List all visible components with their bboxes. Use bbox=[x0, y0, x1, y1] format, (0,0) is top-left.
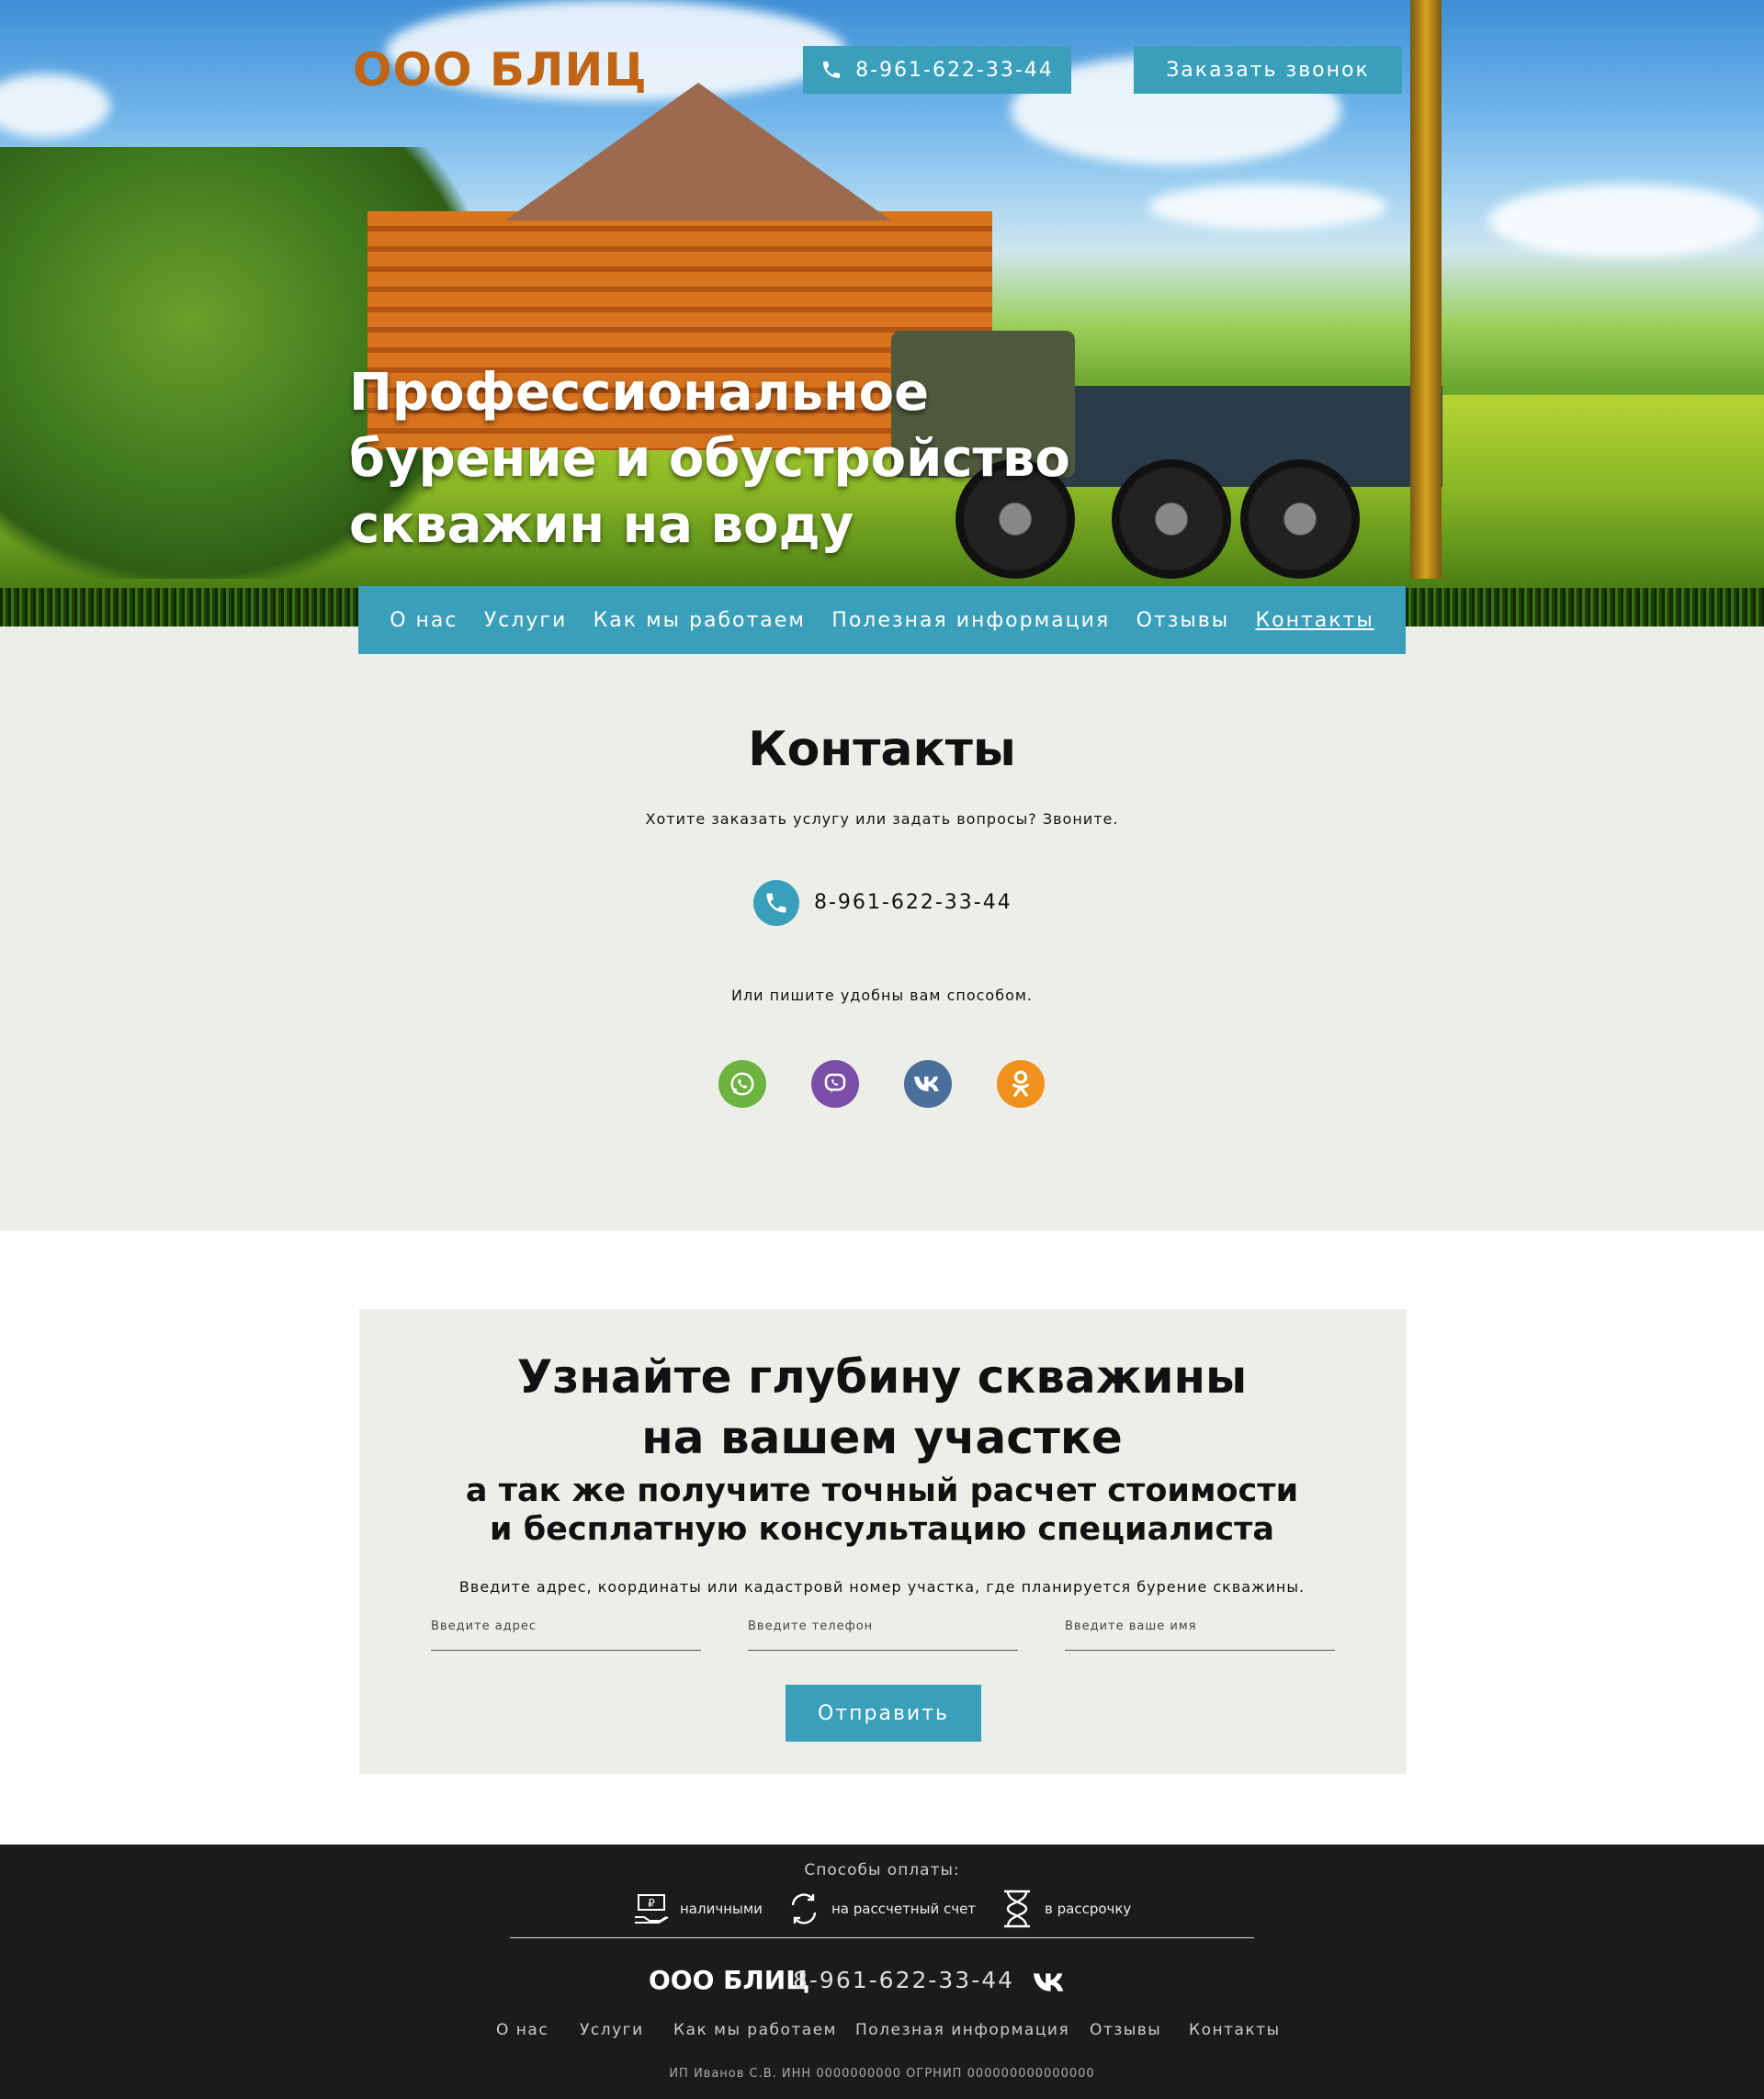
contacts-lead: Хотите заказать услугу или задать вопрос… bbox=[645, 810, 1119, 828]
contacts-section: Контакты Хотите заказать услугу или зада… bbox=[0, 626, 1764, 1231]
viber-icon[interactable] bbox=[811, 1060, 859, 1108]
footer-nav-about[interactable]: О нас bbox=[496, 2021, 548, 2039]
address-input[interactable]: Введите адрес bbox=[431, 1614, 701, 1651]
contacts-write-text: Или пишите удобны вам способом. bbox=[730, 987, 1034, 1004]
payment-method-installments: в рассрочку bbox=[997, 1889, 1131, 1929]
cloud bbox=[0, 73, 110, 138]
main-nav: О нас Услуги Как мы работаем Полезная ин… bbox=[358, 586, 1406, 654]
payment-method-cash: ₽ наличными bbox=[632, 1889, 763, 1929]
hourglass-icon bbox=[997, 1889, 1037, 1929]
contacts-title: Контакты bbox=[748, 722, 1016, 777]
transfer-icon bbox=[784, 1889, 824, 1929]
footer-divider bbox=[510, 1937, 1254, 1938]
footer: Способы оплаты: ₽ наличными на рассчетны… bbox=[0, 1845, 1764, 2099]
depth-form-hint: Введите адрес, координаты или кадастровй… bbox=[458, 1578, 1306, 1596]
hero-title: Профессиональное бурение и обустройство … bbox=[349, 363, 1070, 555]
drill-mast bbox=[1410, 0, 1442, 579]
cloud bbox=[1148, 184, 1387, 230]
vk-icon[interactable] bbox=[904, 1060, 952, 1108]
footer-logo[interactable]: ООО БЛИЦ bbox=[649, 1965, 809, 1995]
submit-button[interactable]: Отправить bbox=[786, 1685, 981, 1742]
footer-nav-services[interactable]: Услуги bbox=[580, 2021, 644, 2039]
footer-nav-reviews[interactable]: Отзывы bbox=[1090, 2021, 1161, 2039]
phone-icon bbox=[823, 62, 841, 78]
logo[interactable]: ООО БЛИЦ bbox=[353, 43, 648, 96]
header-phone-label: 8-961-622-33-44 bbox=[855, 58, 1054, 82]
whatsapp-icon[interactable] bbox=[718, 1060, 766, 1108]
hero-banner: ООО БЛИЦ 8-961-622-33-44 Заказать звонок… bbox=[0, 0, 1764, 626]
odnoklassniki-icon[interactable] bbox=[997, 1060, 1045, 1108]
nav-item-useful-info[interactable]: Полезная информация bbox=[831, 609, 1110, 632]
cash-icon: ₽ bbox=[632, 1889, 673, 1929]
payment-title: Способы оплаты: bbox=[804, 1861, 960, 1879]
footer-nav-useful-info[interactable]: Полезная информация bbox=[855, 2021, 1069, 2039]
depth-form-subtitle: а так же получите точный расчет стоимост… bbox=[465, 1473, 1299, 1548]
footer-vk-icon[interactable] bbox=[1031, 1971, 1069, 1997]
footer-nav-how-we-work[interactable]: Как мы работаем bbox=[673, 2021, 837, 2039]
payment-method-transfer: на рассчетный счет bbox=[784, 1889, 976, 1929]
nav-item-how-we-work[interactable]: Как мы работаем bbox=[594, 609, 806, 632]
phone-input[interactable]: Введите телефон bbox=[748, 1614, 1018, 1651]
header-phone-button[interactable]: 8-961-622-33-44 bbox=[803, 46, 1071, 94]
nav-item-services[interactable]: Услуги bbox=[484, 609, 567, 632]
footer-nav-contacts[interactable]: Контакты bbox=[1189, 2021, 1281, 2039]
footer-phone[interactable]: 8-961-622-33-44 bbox=[793, 1967, 1014, 1993]
nav-item-reviews[interactable]: Отзывы bbox=[1136, 609, 1230, 632]
footer-legal: ИП Иванов С.В. ИНН 0000000000 ОГРНИП 000… bbox=[669, 2067, 1095, 2081]
nav-item-contacts[interactable]: Контакты bbox=[1256, 609, 1374, 632]
phone-icon bbox=[753, 880, 799, 926]
contacts-phone[interactable]: 8-961-622-33-44 bbox=[814, 891, 1012, 914]
depth-form-title: Узнайте глубину скважины на вашем участк… bbox=[516, 1350, 1248, 1464]
svg-text:₽: ₽ bbox=[648, 1897, 655, 1910]
nav-item-about[interactable]: О нас bbox=[390, 609, 458, 632]
name-input[interactable]: Введите ваше имя bbox=[1065, 1614, 1335, 1651]
cloud bbox=[1488, 184, 1764, 257]
callback-button[interactable]: Заказать звонок bbox=[1134, 46, 1402, 94]
